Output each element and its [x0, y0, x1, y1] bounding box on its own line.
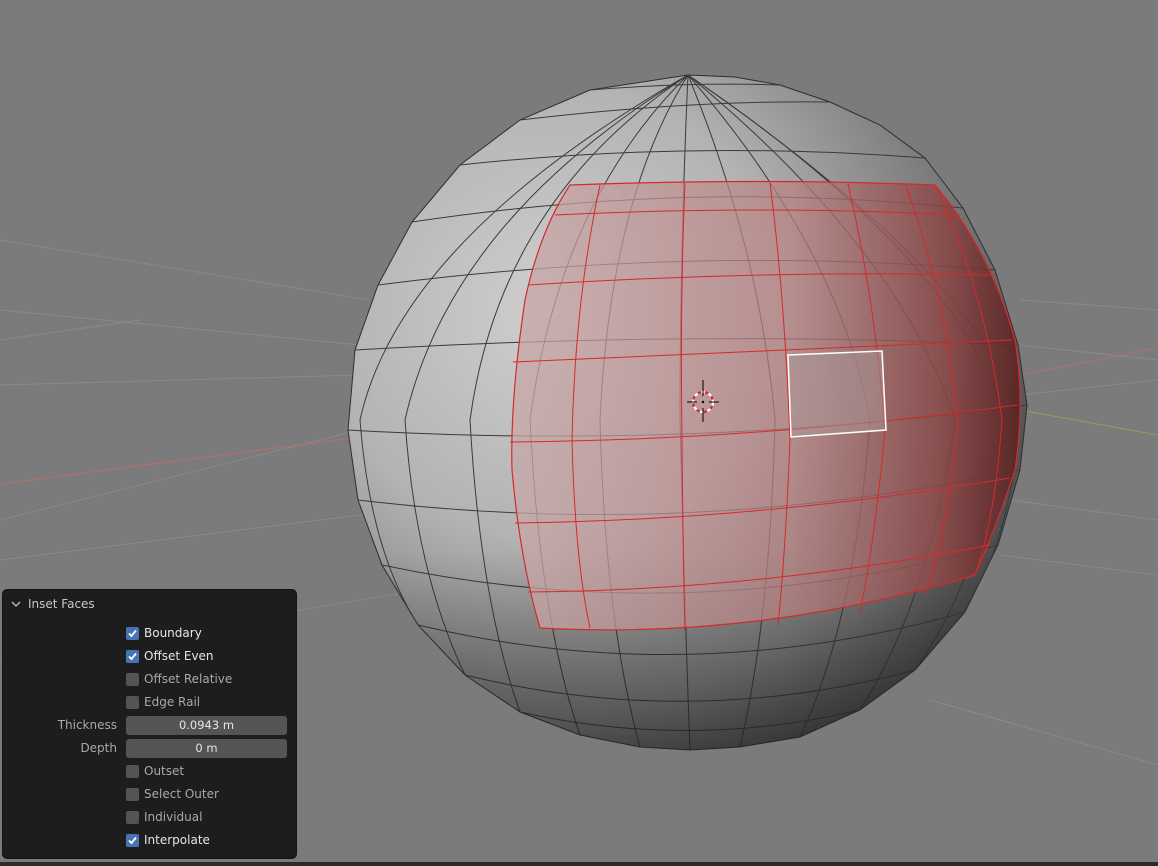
checkmark-icon [128, 629, 137, 638]
depth-label: Depth [80, 741, 117, 755]
x-axis-line [0, 436, 361, 485]
operator-panel[interactable]: Inset Faces Boundary Offset Even Offset … [3, 590, 296, 858]
offset-relative-checkbox[interactable] [126, 673, 139, 686]
chevron-down-icon [11, 601, 21, 607]
outset-checkbox[interactable] [126, 765, 139, 778]
edge-rail-checkbox[interactable] [126, 696, 139, 709]
outset-label: Outset [144, 764, 185, 778]
thickness-row: Thickness 0.0943 m [3, 716, 296, 736]
option-outset[interactable]: Outset [3, 762, 296, 782]
bottom-border [0, 862, 1158, 866]
option-boundary[interactable]: Boundary [3, 624, 296, 644]
thickness-field[interactable]: 0.0943 m [126, 716, 287, 735]
checkmark-icon [128, 652, 137, 661]
boundary-label: Boundary [144, 626, 202, 640]
individual-label: Individual [144, 810, 203, 824]
offset-relative-label: Offset Relative [144, 672, 233, 686]
depth-row: Depth 0 m [3, 739, 296, 759]
depth-field[interactable]: 0 m [126, 739, 287, 758]
boundary-checkbox[interactable] [126, 627, 139, 640]
option-interpolate[interactable]: Interpolate [3, 831, 296, 851]
option-offset-even[interactable]: Offset Even [3, 647, 296, 667]
select-outer-label: Select Outer [144, 787, 219, 801]
option-edge-rail[interactable]: Edge Rail [3, 693, 296, 713]
option-individual[interactable]: Individual [3, 808, 296, 828]
edge-rail-label: Edge Rail [144, 695, 201, 709]
option-offset-relative[interactable]: Offset Relative [3, 670, 296, 690]
offset-even-label: Offset Even [144, 649, 214, 663]
panel-title: Inset Faces [28, 597, 95, 611]
select-outer-checkbox[interactable] [126, 788, 139, 801]
individual-checkbox[interactable] [126, 811, 139, 824]
interpolate-label: Interpolate [144, 833, 210, 847]
thickness-label: Thickness [57, 718, 117, 732]
interpolate-checkbox[interactable] [126, 834, 139, 847]
offset-even-checkbox[interactable] [126, 650, 139, 663]
checkmark-icon [128, 836, 137, 845]
active-face [787, 350, 887, 438]
option-select-outer[interactable]: Select Outer [3, 785, 296, 805]
panel-header[interactable]: Inset Faces [10, 595, 95, 613]
selected-faces [509, 180, 1021, 631]
